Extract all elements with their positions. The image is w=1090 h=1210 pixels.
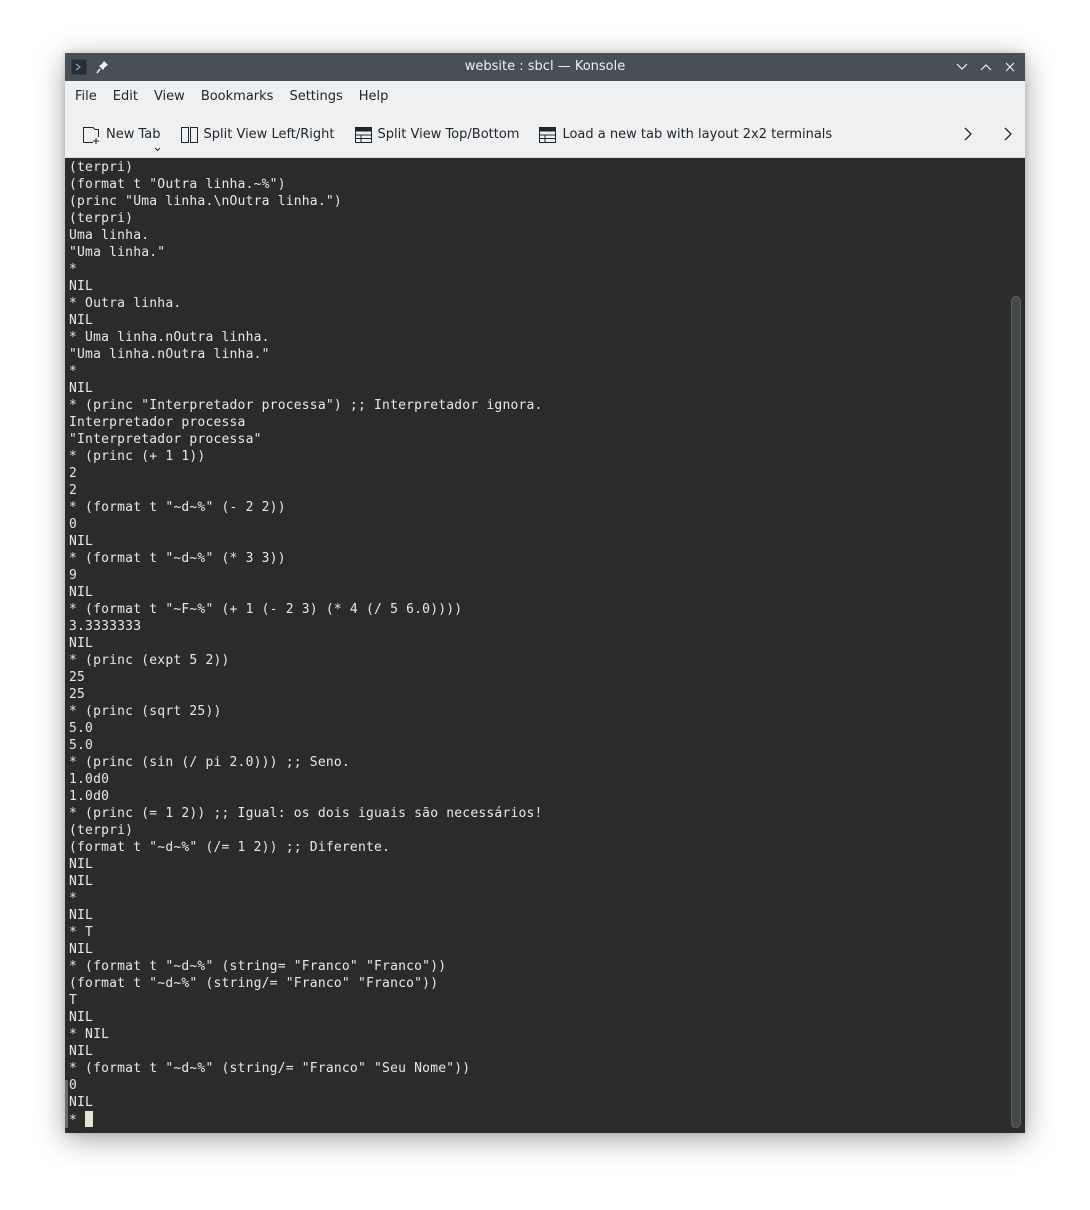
terminal-line: "Uma linha.nOutra linha." (69, 347, 270, 362)
terminal-line: * (princ (sin (/ pi 2.0))) ;; Seno. (69, 755, 350, 770)
terminal-line: (terpri) (69, 823, 134, 838)
terminal-line: NIL (69, 313, 94, 328)
split-top-bottom-icon (354, 126, 372, 143)
menu-view[interactable]: View (154, 89, 195, 104)
split-left-right-button[interactable]: Split View Left/Right (180, 126, 335, 143)
new-tab-label: New Tab (106, 127, 161, 142)
terminal-line: NIL (69, 942, 94, 957)
terminal-line: * Outra linha. (69, 296, 182, 311)
chevron-down-icon (956, 63, 968, 70)
terminal-line: NIL (69, 279, 94, 294)
prompt: * (69, 1113, 86, 1128)
terminal-line: 2 (69, 483, 78, 498)
chevron-down-icon (154, 147, 160, 151)
terminal-line: NIL (69, 857, 94, 872)
terminal-line: 5.0 (69, 738, 94, 753)
terminal-line: NIL (69, 1044, 94, 1059)
terminal-line: * T (69, 925, 94, 940)
terminal-line: 1.0d0 (69, 789, 110, 804)
terminal-line: 1.0d0 (69, 772, 110, 787)
menu-help[interactable]: Help (359, 89, 399, 104)
toolbar-extension-button[interactable] (1003, 126, 1013, 146)
terminal-line: Interpretador processa (69, 415, 246, 430)
terminal-view[interactable]: (terpri) (format t "Outra linha.~%") (prin… (65, 158, 1025, 1133)
load-layout-button[interactable]: Load a new tab with layout 2x2 terminals (539, 126, 833, 143)
new-tab-icon (83, 126, 99, 144)
prompt-line[interactable]: * (69, 1111, 543, 1128)
terminal-line: * (format t "~d~%" (- 2 2)) (69, 500, 286, 515)
terminal-line: "Interpretador processa" (69, 432, 262, 447)
split-left-right-icon (180, 126, 198, 143)
title-bar[interactable]: website : sbcl — Konsole (65, 53, 1025, 81)
menu-bookmarks[interactable]: Bookmarks (201, 89, 284, 104)
toolbar: New Tab Split View Left/Right Split View… (65, 112, 1025, 158)
terminal-line: * (princ (sqrt 25)) (69, 704, 222, 719)
terminal-line: 0 (69, 1078, 78, 1093)
terminal-line: 5.0 (69, 721, 94, 736)
maximize-button[interactable] (977, 58, 995, 76)
terminal-line: 9 (69, 568, 78, 583)
terminal-output: (terpri) (format t "Outra linha.~%") (prin… (69, 159, 543, 1128)
terminal-line: * (69, 262, 78, 277)
terminal-line: 3.3333333 (69, 619, 142, 634)
menu-bar: File Edit View Bookmarks Settings Help (65, 81, 1025, 112)
terminal-line: 2 (69, 466, 78, 481)
selection-marker (65, 1080, 68, 1128)
chevron-right-icon (1004, 127, 1012, 141)
terminal-line: (terpri) (69, 160, 134, 175)
split-top-bottom-button[interactable]: Split View Top/Bottom (354, 126, 520, 143)
terminal-line: NIL (69, 636, 94, 651)
new-tab-button[interactable]: New Tab (82, 126, 161, 151)
chevron-up-icon (980, 64, 992, 71)
text-cursor (85, 1111, 94, 1127)
terminal-line: NIL (69, 908, 94, 923)
split-top-bottom-label: Split View Top/Bottom (377, 127, 520, 142)
terminal-line: * (format t "~d~%" (string/= "Franco" "S… (69, 1061, 471, 1076)
terminal-line: * (format t "~F~%" (+ 1 (- 2 3) (* 4 (/ … (69, 602, 463, 617)
terminal-line: * (princ (= 1 2)) ;; Igual: os dois igua… (69, 806, 543, 821)
terminal-line: * (princ (expt 5 2)) (69, 653, 230, 668)
terminal-line: * (princ "Interpretador processa") ;; In… (69, 398, 543, 413)
terminal-line: Uma linha. (69, 228, 150, 243)
terminal-line: T (69, 993, 78, 1008)
terminal-line: (format t "~d~%" (/= 1 2)) ;; Diferente. (69, 840, 391, 855)
terminal-line: (format t "Outra linha.~%") (69, 177, 286, 192)
split-left-right-label: Split View Left/Right (203, 127, 335, 142)
load-layout-label: Load a new tab with layout 2x2 terminals (562, 127, 833, 142)
konsole-window: website : sbcl — Konsole File Edit View … (65, 53, 1025, 1133)
close-icon (1005, 62, 1015, 72)
terminal-line: NIL (69, 585, 94, 600)
minimize-button[interactable] (953, 58, 971, 76)
terminal-line: "Uma linha." (69, 245, 166, 260)
terminal-line: NIL (69, 534, 94, 549)
terminal-line: * (format t "~d~%" (string= "Franco" "Fr… (69, 959, 447, 974)
terminal-line: * (69, 364, 78, 379)
terminal-line: NIL (69, 381, 94, 396)
menu-settings[interactable]: Settings (289, 89, 352, 104)
terminal-line: NIL (69, 1010, 94, 1025)
menu-file[interactable]: File (75, 89, 107, 104)
terminal-line: 0 (69, 517, 78, 532)
layout-icon (539, 126, 557, 143)
terminal-line: * NIL (69, 1027, 110, 1042)
terminal-line: * (69, 891, 78, 906)
terminal-line: * (format t "~d~%" (* 3 3)) (69, 551, 286, 566)
window-title: website : sbcl — Konsole (464, 59, 626, 74)
terminal-line: (format t "~d~%" (string/= "Franco" "Fra… (69, 976, 439, 991)
chevron-right-icon (964, 127, 972, 141)
close-button[interactable] (1001, 58, 1019, 76)
terminal-line: 25 (69, 687, 86, 702)
terminal-line: (princ "Uma linha.\nOutra linha.") (69, 194, 342, 209)
terminal-line: 25 (69, 670, 86, 685)
toolbar-overflow-button[interactable] (963, 126, 973, 146)
terminal-line: (terpri) (69, 211, 134, 226)
menu-edit[interactable]: Edit (113, 89, 148, 104)
terminal-line: NIL (69, 1095, 94, 1110)
terminal-line: * (princ (+ 1 1)) (69, 449, 206, 464)
terminal-line: NIL (69, 874, 94, 889)
scrollbar[interactable] (1011, 296, 1021, 1128)
terminal-line: * Uma linha.nOutra linha. (69, 330, 270, 345)
